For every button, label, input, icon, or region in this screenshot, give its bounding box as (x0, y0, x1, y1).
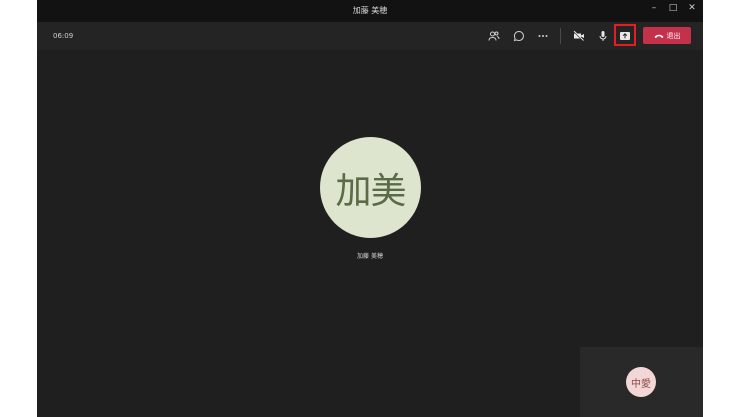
window-title: 加藤 美穂 (352, 6, 388, 15)
mic-icon (599, 31, 607, 41)
title-bar: 加藤 美穂 – □ ✕ (37, 0, 703, 22)
share-highlight-box (614, 24, 636, 46)
call-timer: 06:09 (53, 32, 74, 40)
participant-name: 加藤 美穂 (357, 253, 383, 260)
video-off-icon (573, 30, 584, 42)
maximize-button[interactable]: □ (665, 3, 681, 13)
call-window: 加藤 美穂 – □ ✕ 06:09 退出 加美 加藤 美穂 中愛 (37, 0, 703, 417)
minimize-button[interactable]: – (646, 3, 662, 13)
leave-label: 退出 (666, 31, 681, 40)
chat-button[interactable] (510, 27, 528, 45)
hang-up-icon (654, 34, 663, 38)
mic-button[interactable] (594, 27, 612, 45)
camera-button[interactable] (570, 27, 588, 45)
self-avatar: 中愛 (626, 367, 656, 397)
participants-button[interactable] (485, 27, 503, 45)
toolbar-divider (560, 28, 561, 44)
people-icon (488, 31, 500, 41)
chat-icon (513, 30, 524, 42)
close-button[interactable]: ✕ (684, 3, 700, 13)
more-button[interactable] (534, 27, 552, 45)
more-icon (538, 35, 548, 37)
call-toolbar: 06:09 退出 (37, 22, 703, 50)
video-stage: 加美 加藤 美穂 中愛 (37, 50, 703, 417)
leave-button[interactable]: 退出 (643, 27, 691, 44)
self-view-tile[interactable]: 中愛 (580, 347, 703, 417)
participant-avatar: 加美 (320, 137, 421, 238)
